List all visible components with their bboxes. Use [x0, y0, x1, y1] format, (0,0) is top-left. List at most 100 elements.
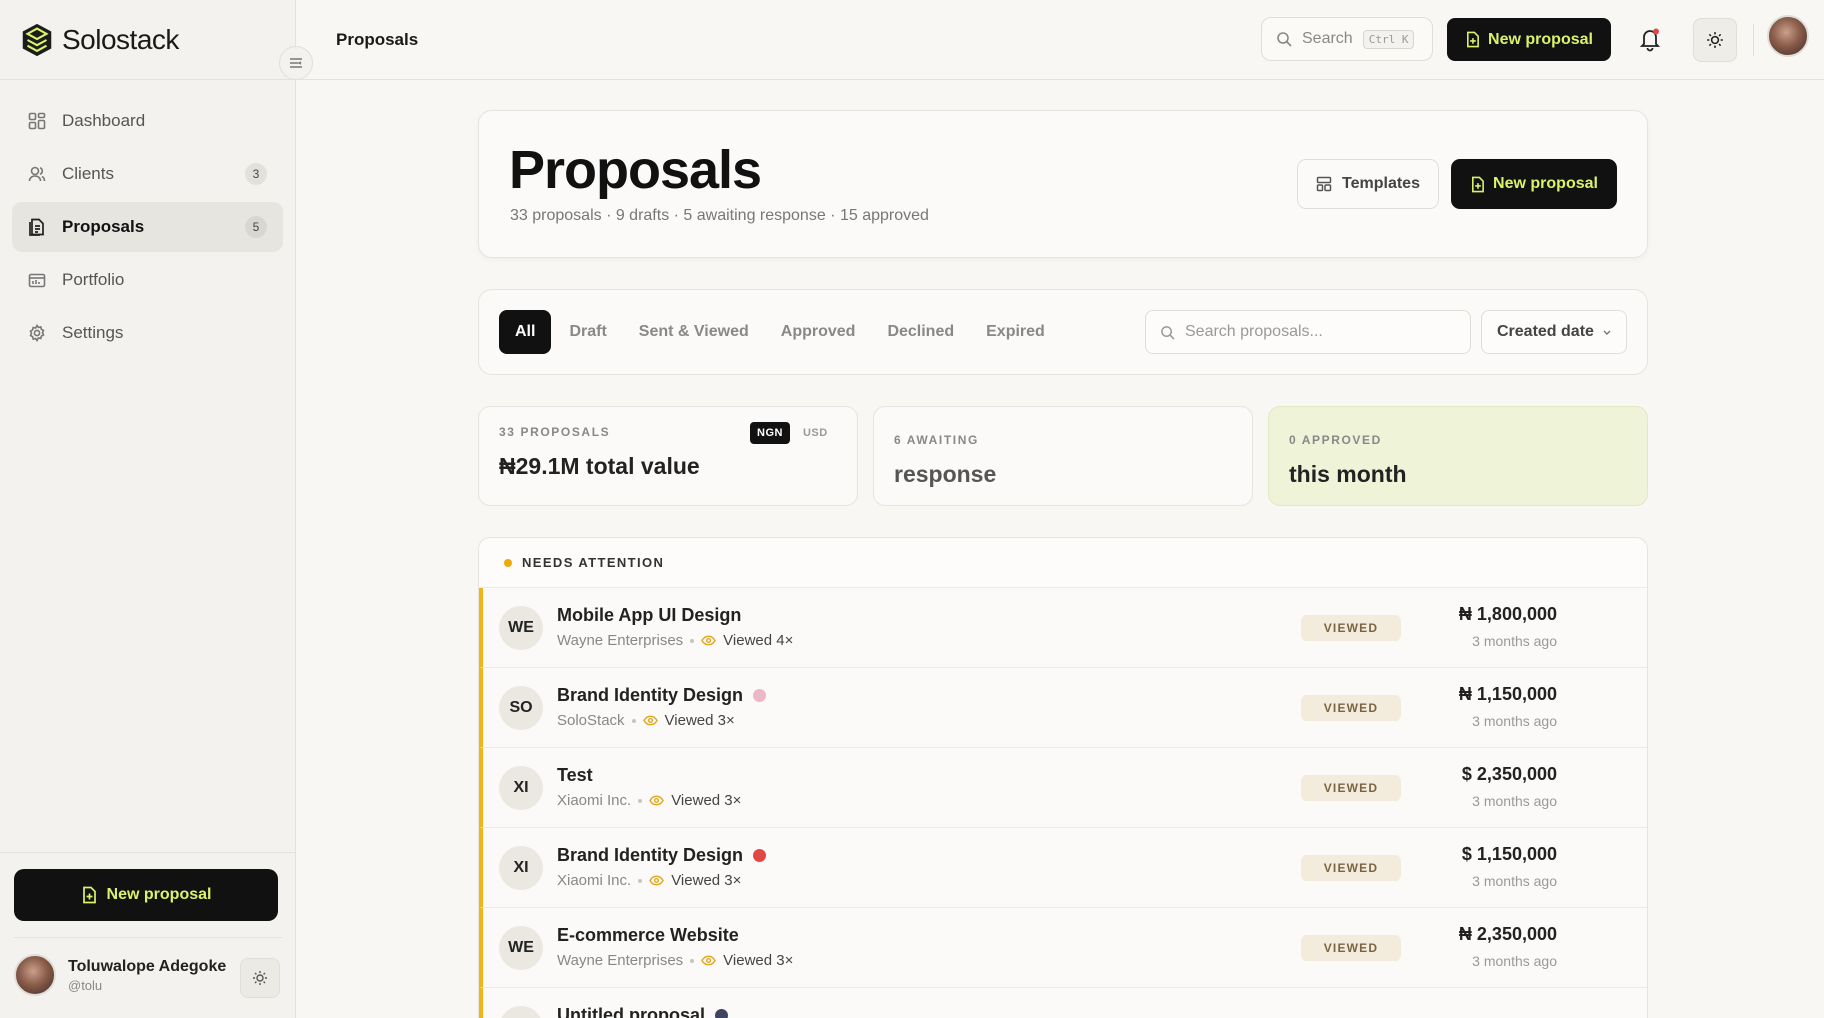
tab-sent-viewed[interactable]: Sent & Viewed — [623, 310, 765, 354]
sort-dropdown[interactable]: Created date — [1481, 310, 1627, 354]
topbar-new-proposal-button[interactable]: New proposal — [1447, 18, 1611, 61]
eye-icon — [649, 795, 665, 806]
client-initials-avatar: XI — [499, 766, 543, 810]
stat-value: ₦29.1M total value — [499, 453, 700, 479]
page-breadcrumb: Proposals — [336, 30, 419, 49]
table-row[interactable]: WE E-commerce Website Wayne Enterprises Vie… — [479, 908, 1647, 988]
client-name: SoloStack — [557, 712, 625, 729]
proposal-meta: Wayne Enterprises Viewed 3× — [557, 952, 793, 969]
sort-label: Created date — [1497, 323, 1594, 340]
tab-expired[interactable]: Expired — [970, 310, 1061, 354]
sidebar-item-label: Clients — [62, 164, 114, 183]
search-icon — [1277, 32, 1292, 47]
page-header-card: Proposals 33 proposals · 9 drafts · 5 aw… — [478, 110, 1648, 258]
global-search[interactable]: Search Ctrl K — [1261, 17, 1433, 61]
proposal-amount: $ 2,350,000 — [1461, 764, 1557, 784]
bell-icon[interactable] — [1637, 26, 1663, 52]
status-badge: VIEWED — [1301, 695, 1401, 721]
tab-declined[interactable]: Declined — [871, 310, 970, 354]
new-doc-icon — [82, 886, 96, 904]
proposal-time: 3 months ago — [1472, 713, 1557, 729]
sidebar-collapse-button[interactable] — [279, 46, 313, 80]
table-row[interactable]: WE Mobile App UI Design Wayne Enterprises V… — [479, 588, 1647, 668]
sidebar-new-proposal-button[interactable]: New proposal — [14, 869, 278, 921]
user-profile[interactable]: Toluwalope Adegoke @tolu — [14, 937, 282, 998]
tab-all[interactable]: All — [499, 310, 552, 354]
table-row[interactable]: XI Test Xiaomi Inc. Viewed 3× VIEWED $ 2,350,… — [479, 748, 1647, 828]
proposal-time: 3 months ago — [1472, 793, 1557, 809]
proposal-title-text: E-commerce Website — [557, 925, 739, 945]
user-name: Toluwalope Adegoke — [68, 957, 227, 975]
proposals-icon — [26, 216, 48, 238]
chevron-down-icon — [1603, 330, 1611, 335]
proposal-title-text: Brand Identity Design — [557, 685, 744, 705]
view-count: Viewed 3× — [723, 952, 794, 969]
sidebar-item-dashboard[interactable]: Dashboard — [12, 96, 283, 146]
list-heading: NEEDS ATTENTION — [479, 538, 1647, 588]
proposal-title: E-commerce Website — [557, 925, 739, 946]
proposal-title-text: Mobile App UI Design — [557, 605, 742, 625]
sidebar-theme-toggle[interactable] — [240, 958, 280, 998]
proposal-meta: Wayne Enterprises Viewed 4× — [557, 632, 793, 649]
sidebar: Solostack Dashboard Clients 3 Proposals … — [0, 0, 296, 1018]
stat-label: 0 APPROVED — [1289, 433, 1382, 447]
sidebar-item-label: Settings — [62, 323, 124, 342]
clients-count-badge: 3 — [245, 163, 267, 185]
tag-color-dot-icon — [715, 1009, 728, 1018]
solostack-logo-icon — [22, 23, 52, 56]
new-proposal-button[interactable]: New proposal — [1451, 159, 1617, 209]
sidebar-item-settings[interactable]: Settings — [12, 308, 283, 358]
filter-bar: All Draft Sent & Viewed Approved Decline… — [478, 289, 1648, 375]
brand[interactable]: Solostack — [0, 0, 295, 80]
collapse-menu-icon — [290, 58, 302, 68]
view-count: Viewed 3× — [671, 872, 742, 889]
tag-color-dot-icon — [753, 689, 767, 702]
avatar[interactable] — [1767, 15, 1809, 57]
currency-ngn[interactable]: NGN — [750, 422, 790, 444]
proposal-amount: ₦ 2,350,000 — [1458, 924, 1557, 944]
status-badge: VIEWED — [1301, 775, 1401, 801]
proposal-title: Test — [557, 765, 593, 786]
sidebar-item-clients[interactable]: Clients 3 — [12, 149, 283, 199]
needs-attention-list: NEEDS ATTENTION WE Mobile App UI Design Wa… — [478, 537, 1648, 1018]
table-row[interactable]: Untitled proposal— no value set — [479, 988, 1647, 1018]
page-subtitle: 33 proposals · 9 drafts · 5 awaiting res… — [510, 207, 929, 224]
sidebar-item-label: Proposals — [62, 217, 145, 236]
page-title: Proposals — [509, 140, 762, 200]
templates-button[interactable]: Templates — [1297, 159, 1439, 209]
client-name: Wayne Enterprises — [557, 952, 684, 969]
stat-approved: 0 APPROVED this month — [1268, 406, 1648, 506]
table-row[interactable]: XI Brand Identity Design Xiaomi Inc. Viewed… — [479, 828, 1647, 908]
status-badge: VIEWED — [1301, 855, 1401, 881]
search-shortcut: Ctrl K — [1362, 29, 1415, 49]
avatar — [14, 954, 56, 996]
new-doc-icon — [1472, 176, 1484, 192]
gear-icon — [26, 322, 48, 344]
currency-toggle: NGN USD — [750, 422, 835, 444]
client-name: Xiaomi Inc. — [557, 792, 632, 809]
templates-label: Templates — [1342, 175, 1420, 192]
stat-value: this month — [1289, 461, 1407, 487]
currency-usd[interactable]: USD — [796, 422, 835, 444]
status-tabs: All Draft Sent & Viewed Approved Decline… — [499, 310, 1061, 354]
table-row[interactable]: SO Brand Identity Design SoloStack Viewed 3… — [479, 668, 1647, 748]
theme-toggle-button[interactable] — [1693, 18, 1737, 62]
tab-approved[interactable]: Approved — [765, 310, 872, 354]
client-initials-avatar: WE — [499, 926, 543, 970]
sidebar-item-portfolio[interactable]: Portfolio — [12, 255, 283, 305]
tag-color-dot-icon — [753, 849, 767, 862]
stat-label: 33 PROPOSALS — [499, 425, 611, 439]
view-count: Viewed 3× — [671, 792, 742, 809]
new-doc-icon — [1467, 31, 1479, 48]
proposal-title: Untitled proposal — [557, 1005, 728, 1018]
tab-draft[interactable]: Draft — [553, 310, 622, 354]
sidebar-item-proposals[interactable]: Proposals 5 — [12, 202, 283, 252]
new-proposal-label: New proposal — [1493, 175, 1598, 192]
sidebar-nav: Dashboard Clients 3 Proposals 5 Portfoli… — [0, 80, 295, 358]
global-search-label: Search — [1302, 30, 1353, 47]
proposal-amount: ₦ 1,150,000 — [1458, 684, 1557, 704]
stat-value: response — [894, 461, 997, 487]
proposal-search-input[interactable]: Search proposals... — [1145, 310, 1471, 354]
separator-dot — [690, 958, 695, 963]
proposal-amount: $ 1,150,000 — [1461, 844, 1557, 864]
